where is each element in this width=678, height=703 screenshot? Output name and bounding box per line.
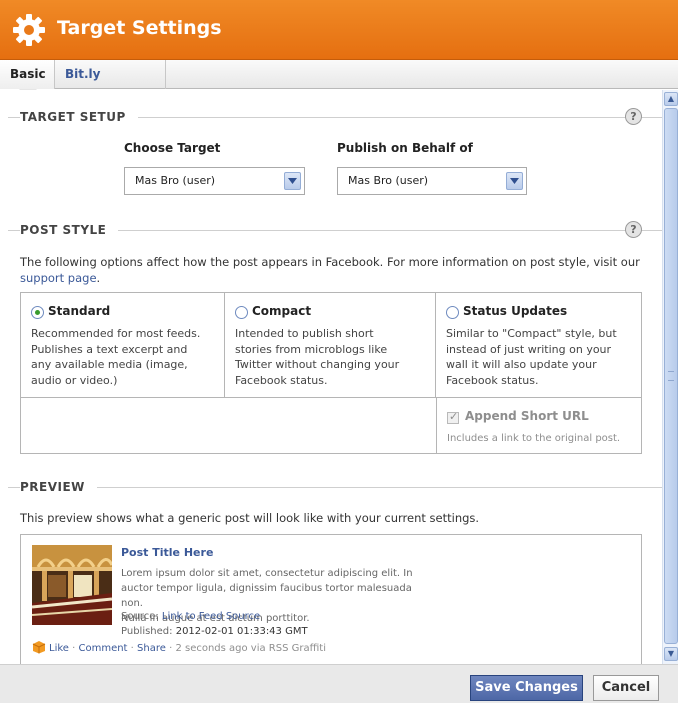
post-source: Source: Link to Feed Source (121, 611, 260, 622)
post-meta-text: 2 seconds ago via RSS Graffiti (175, 643, 326, 654)
share-link[interactable]: Share (137, 643, 166, 654)
description-line: Publishes a text excerpt and (31, 342, 188, 356)
description-line: Twitter without changing your (235, 358, 400, 371)
description-line: Intended to publish short (235, 327, 374, 340)
like-link[interactable]: Like (49, 643, 69, 654)
chevron-down-icon (506, 172, 523, 190)
choose-target-label: Choose Target (124, 141, 221, 155)
scrollbar-grip (668, 371, 674, 381)
tab-bar: Basic Bit.ly Options (0, 60, 678, 109)
scrollbar-thumb[interactable] (664, 108, 678, 644)
append-short-url-help: Includes a link to the original post. (447, 433, 621, 444)
body-line: Lorem ipsum dolor sit amet, consectetur … (121, 568, 413, 579)
preview-description: This preview shows what a generic post w… (20, 511, 480, 525)
dialog-footer: Save Changes Cancel (0, 664, 678, 703)
post-style-heading: POST STYLE (20, 223, 119, 237)
vertical-scrollbar[interactable]: ▲ ▼ (662, 90, 678, 664)
description-line: Similar to "Compact" style, but (446, 327, 617, 340)
compact-radio[interactable] (235, 306, 248, 319)
description-line: Facebook status. (446, 373, 539, 387)
publish-behalf-select[interactable]: Mas Bro (user) (337, 167, 527, 195)
target-setup-heading: TARGET SETUP (20, 110, 138, 124)
post-actions: Like · Comment · Share · 2 seconds ago v… (32, 640, 326, 654)
save-changes-button[interactable]: Save Changes (470, 675, 583, 701)
chevron-down-icon (284, 172, 301, 190)
description-line: wall it will also update your (446, 358, 597, 371)
post-title[interactable]: Post Title Here (121, 546, 213, 559)
append-short-url-checkbox[interactable] (447, 410, 459, 424)
post-style-description-end: . (96, 271, 101, 285)
post-style-help-icon[interactable]: ? (625, 221, 642, 238)
choose-target-value: Mas Bro (user) (135, 174, 216, 187)
tab-basic[interactable]: Basic (0, 60, 55, 89)
published-value: 2012-02-01 01:33:43 GMT (175, 626, 308, 637)
append-short-url-label: Append Short URL (465, 409, 589, 423)
feed-source-link[interactable]: Link to Feed Source (162, 611, 260, 622)
section-divider (8, 487, 662, 488)
status-updates-label: Status Updates (463, 304, 568, 318)
description-line: Recommended for most feeds. (31, 327, 201, 340)
action-separator: · (127, 643, 138, 654)
scroll-up-button[interactable]: ▲ (664, 92, 678, 106)
post-thumbnail (32, 545, 112, 625)
rss-graffiti-icon (32, 641, 46, 654)
publish-behalf-label: Publish on Behalf of (337, 141, 473, 155)
action-separator: · (165, 643, 176, 654)
style-option-status-updates[interactable]: Status Updates Similar to "Compact" styl… (436, 293, 641, 397)
comment-link[interactable]: Comment (78, 643, 127, 654)
options-divider (21, 397, 641, 398)
settings-content: TARGET SETUP ? Choose Target Mas Bro (us… (0, 90, 662, 664)
standard-label: Standard (48, 304, 111, 318)
published-label: Published: (121, 626, 176, 637)
description-line: Facebook status. (235, 373, 328, 387)
support-page-link[interactable]: support page (20, 271, 97, 285)
post-style-description: The following options affect how the pos… (20, 254, 650, 286)
style-option-compact[interactable]: Compact Intended to publish short storie… (225, 293, 436, 397)
options-divider (436, 397, 437, 454)
cancel-button[interactable]: Cancel (593, 675, 659, 701)
body-line: auctor tempor ligula, dignissim faucibus… (121, 583, 412, 609)
compact-description: Intended to publish short stories from m… (235, 326, 421, 388)
choose-target-select[interactable]: Mas Bro (user) (124, 167, 305, 195)
description-line: instead of just writing on your (446, 342, 612, 356)
standard-radio[interactable] (31, 306, 44, 319)
tab-bitly-options[interactable]: Bit.ly Options (55, 60, 166, 109)
post-preview: Post Title Here Lorem ipsum dolor sit am… (20, 534, 642, 664)
description-line: any available media (image, (31, 358, 188, 371)
status-updates-radio[interactable] (446, 306, 459, 319)
description-line: audio or video.) (31, 373, 118, 387)
standard-description: Recommended for most feeds. Publishes a … (31, 326, 217, 388)
style-option-standard[interactable]: Standard Recommended for most feeds. Pub… (21, 293, 225, 397)
compact-label: Compact (252, 304, 312, 318)
gear-icon (13, 14, 45, 46)
dialog-header: Target Settings (0, 0, 678, 60)
target-setup-help-icon[interactable]: ? (625, 108, 642, 125)
dialog-title: Target Settings (57, 17, 222, 39)
description-line: stories from microblogs like (235, 342, 388, 356)
publish-behalf-value: Mas Bro (user) (348, 174, 429, 187)
scroll-down-button[interactable]: ▼ (664, 647, 678, 661)
post-published: Published: 2012-02-01 01:33:43 GMT (121, 626, 308, 637)
status-updates-description: Similar to "Compact" style, but instead … (446, 326, 632, 388)
post-style-description-text: The following options affect how the pos… (20, 255, 640, 269)
source-label: Source: (121, 611, 162, 622)
post-style-options: Standard Recommended for most feeds. Pub… (20, 292, 642, 454)
preview-heading: PREVIEW (20, 480, 97, 494)
